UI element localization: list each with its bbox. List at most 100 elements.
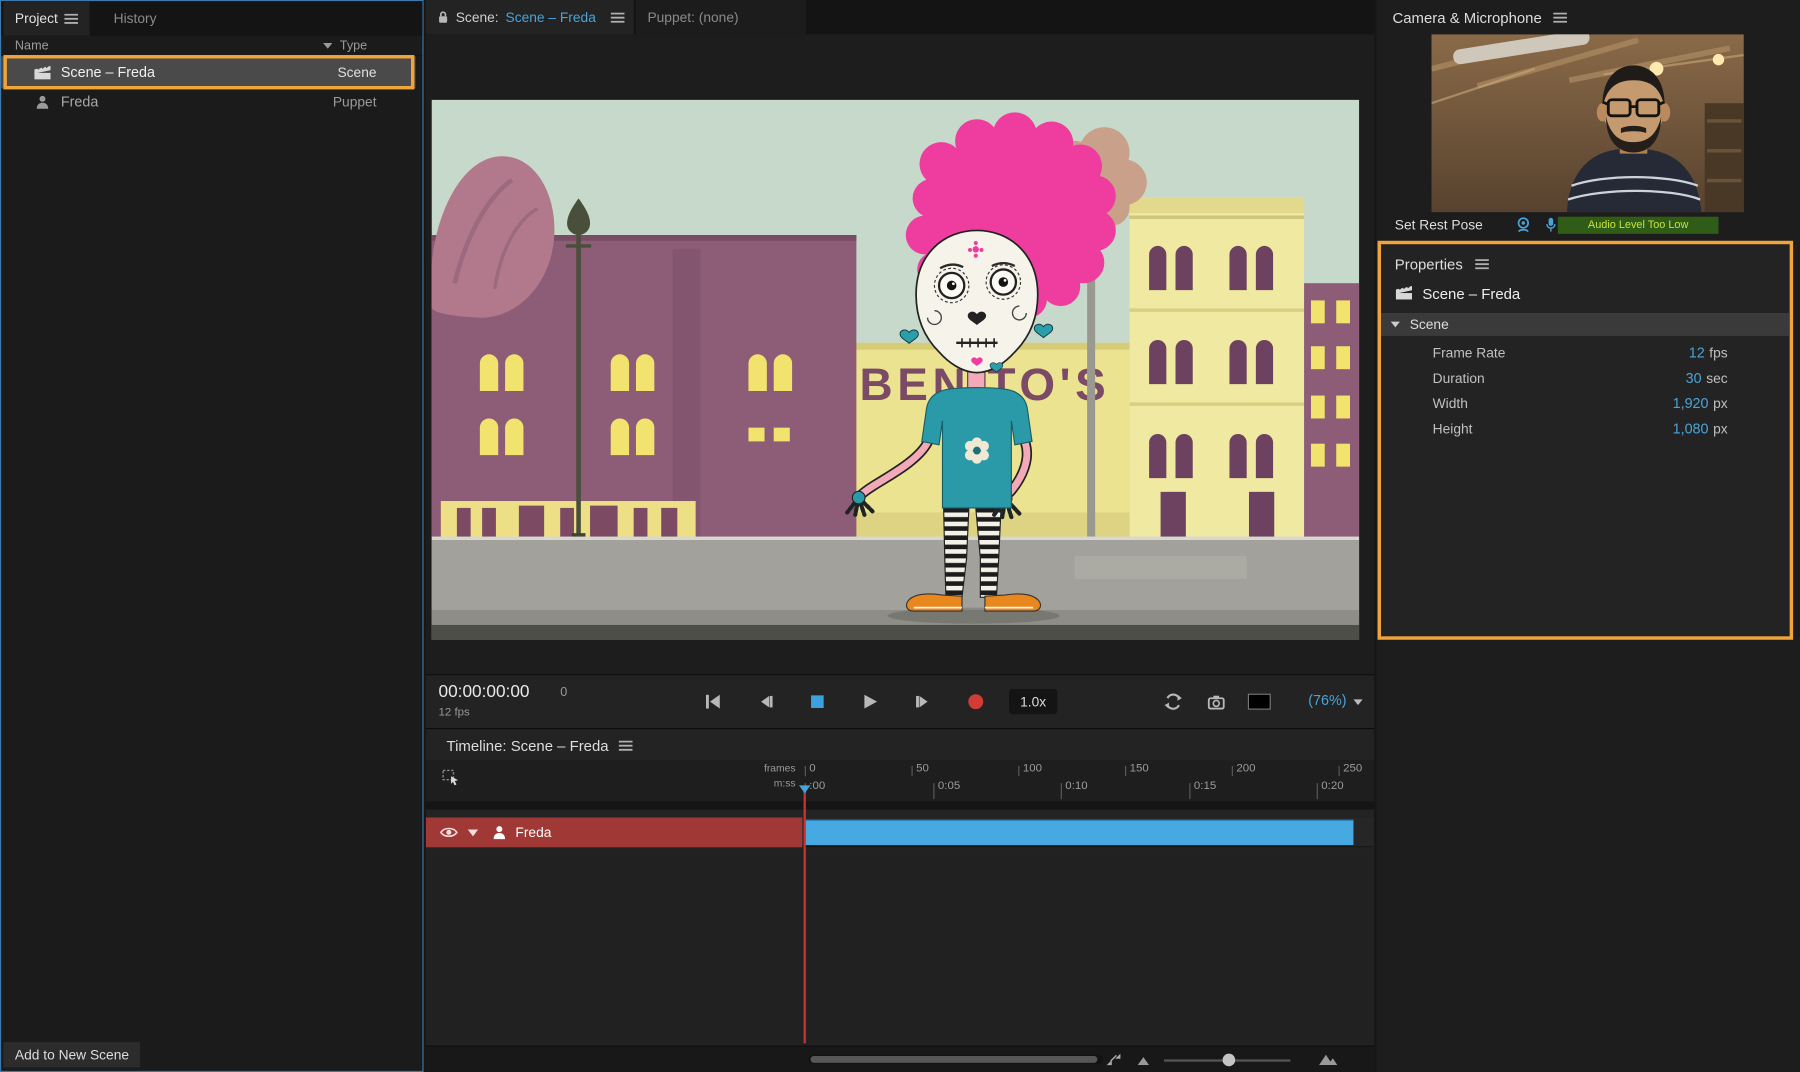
property-row-duration: Duration 30sec <box>1381 370 1790 391</box>
project-item-type: Scene <box>337 64 376 80</box>
timeline-scroll-row <box>426 1046 1374 1072</box>
time-tick: 0:10 <box>1065 780 1087 793</box>
column-type[interactable]: Type <box>340 39 367 53</box>
column-name[interactable]: Name <box>15 39 49 53</box>
panel-menu-icon[interactable] <box>619 741 633 751</box>
property-value[interactable]: 1,920 <box>1673 396 1709 412</box>
scene-clip-bar[interactable] <box>805 820 1354 845</box>
property-label: Frame Rate <box>1433 345 1506 361</box>
track-select-tool-icon[interactable] <box>442 769 460 786</box>
property-row-width: Width 1,920px <box>1381 396 1790 417</box>
tab-scene[interactable]: Scene: Scene – Freda <box>426 0 634 34</box>
frame-counter[interactable]: 0 <box>560 686 567 700</box>
stop-button[interactable] <box>801 686 833 718</box>
section-caret-icon <box>1390 321 1400 328</box>
panel-menu-icon[interactable] <box>1475 259 1489 269</box>
scrollbar-thumb[interactable] <box>810 1056 1097 1063</box>
loop-playback-icon[interactable] <box>1157 686 1189 718</box>
scene-stage[interactable]: BENITO'S <box>426 34 1374 674</box>
playhead[interactable] <box>804 785 806 1043</box>
webcam-preview <box>1432 34 1744 212</box>
track-expand-caret-icon[interactable] <box>467 828 478 836</box>
character-animator-app: Project History Name Type Scene – Freda … <box>0 0 1800 1072</box>
playback-speed[interactable]: 1.0x <box>1009 689 1057 714</box>
scene-clapperboard-icon <box>1395 284 1413 300</box>
project-row-freda[interactable]: Freda Puppet <box>1 88 415 116</box>
webcam-video-frame <box>1432 34 1744 212</box>
tab-project[interactable]: Project <box>3 1 90 35</box>
time-tick: 0:20 <box>1321 780 1343 793</box>
timeline-ruler[interactable]: frames m:ss 0 50 100 150 200 250 :00 0:0… <box>426 760 1374 809</box>
tab-puppet[interactable]: Puppet: (none) <box>636 0 806 34</box>
scene-section-header[interactable]: Scene <box>1381 313 1790 336</box>
camera-panel-title: Camera & Microphone <box>1392 9 1541 26</box>
zoom-in-mountain-icon[interactable] <box>1319 1053 1337 1066</box>
scene-artwork: BENITO'S <box>432 100 1360 640</box>
property-unit: px <box>1713 421 1728 437</box>
property-unit: fps <box>1709 345 1727 361</box>
zoom-level[interactable]: (76%) <box>1280 692 1347 708</box>
frame-tick: 150 <box>1130 762 1149 775</box>
camera-toggle-icon[interactable] <box>1514 217 1532 233</box>
frame-tick: 100 <box>1023 762 1042 775</box>
panel-menu-icon[interactable] <box>65 13 79 23</box>
zoom-out-mountain-icon[interactable] <box>1138 1056 1149 1065</box>
previous-frame-button[interactable] <box>750 686 782 718</box>
panel-menu-icon[interactable] <box>1553 13 1567 23</box>
property-row-height: Height 1,080px <box>1381 421 1790 442</box>
track-name: Freda <box>515 824 551 840</box>
timeline-header: Timeline: Scene – Freda <box>426 729 1374 760</box>
add-to-new-scene-button[interactable]: Add to New Scene <box>3 1042 140 1067</box>
tab-puppet-label: Puppet: (none) <box>647 9 738 25</box>
playhead-marker-icon[interactable] <box>799 785 810 793</box>
properties-item-name: Scene – Freda <box>1422 285 1520 302</box>
tab-scene-name: Scene – Freda <box>506 9 596 25</box>
transparency-grid-toggle[interactable] <box>1248 694 1271 710</box>
tab-project-label: Project <box>15 10 58 26</box>
horizontal-scrollbar[interactable] <box>808 1055 1103 1064</box>
go-to-start-button[interactable] <box>697 686 729 718</box>
timeline-zoom-slider-knob[interactable] <box>1223 1054 1236 1067</box>
set-rest-pose-button[interactable]: Set Rest Pose <box>1395 217 1483 233</box>
time-tick: :00 <box>809 780 825 793</box>
panel-menu-icon[interactable] <box>611 12 625 22</box>
time-tick: 0:15 <box>1194 780 1216 793</box>
microphone-toggle-icon[interactable] <box>1544 217 1558 233</box>
viewer-tabbar: Scene: Scene – Freda Puppet: (none) <box>426 0 1374 34</box>
ruler-frames-label: frames <box>738 762 795 773</box>
snapshot-camera-icon[interactable] <box>1201 686 1233 718</box>
track-header-freda[interactable]: Freda <box>426 817 803 847</box>
property-label: Duration <box>1433 370 1485 386</box>
play-button[interactable] <box>854 686 886 718</box>
next-frame-button[interactable] <box>907 686 939 718</box>
tab-history[interactable]: History <box>102 1 168 35</box>
property-value[interactable]: 12 <box>1689 345 1705 361</box>
scene-clapperboard-icon <box>33 64 51 80</box>
sort-caret-icon[interactable] <box>323 42 333 49</box>
tab-history-label: History <box>114 10 157 26</box>
project-panel: Project History Name Type Scene – Freda … <box>0 0 424 1072</box>
timeline-empty-area[interactable] <box>426 848 1374 1045</box>
puppet-icon <box>36 95 50 109</box>
playback-bar: 00:00:00:00 0 12 fps 1.0x <box>426 674 1374 728</box>
property-value[interactable]: 30 <box>1686 370 1702 386</box>
track-visibility-eye-icon[interactable] <box>440 825 458 839</box>
center-panel: Scene: Scene – Freda Puppet: (none) <box>426 0 1374 1072</box>
project-item-name: Freda <box>61 94 98 110</box>
record-button[interactable] <box>960 686 992 718</box>
frame-tick: 0 <box>809 762 815 775</box>
zoom-fit-icon[interactable] <box>1105 1053 1121 1067</box>
zoom-caret-icon[interactable] <box>1353 699 1362 705</box>
property-value[interactable]: 1,080 <box>1673 421 1709 437</box>
audio-level-warning-badge: Audio Level Too Low <box>1558 217 1719 234</box>
timecode[interactable]: 00:00:00:00 <box>439 682 530 701</box>
fps-label: 12 fps <box>439 706 470 719</box>
property-row-frame-rate: Frame Rate 12fps <box>1381 345 1790 366</box>
frame-tick: 250 <box>1343 762 1362 775</box>
tab-scene-prefix: Scene: <box>456 9 499 25</box>
time-tick: 0:05 <box>938 780 960 793</box>
section-label: Scene <box>1410 316 1449 332</box>
project-column-header[interactable]: Name Type <box>1 36 422 57</box>
project-row-scene-freda[interactable]: Scene – Freda Scene <box>1 56 415 88</box>
timeline-panel: Timeline: Scene – Freda frames m:ss 0 50… <box>426 728 1374 1072</box>
